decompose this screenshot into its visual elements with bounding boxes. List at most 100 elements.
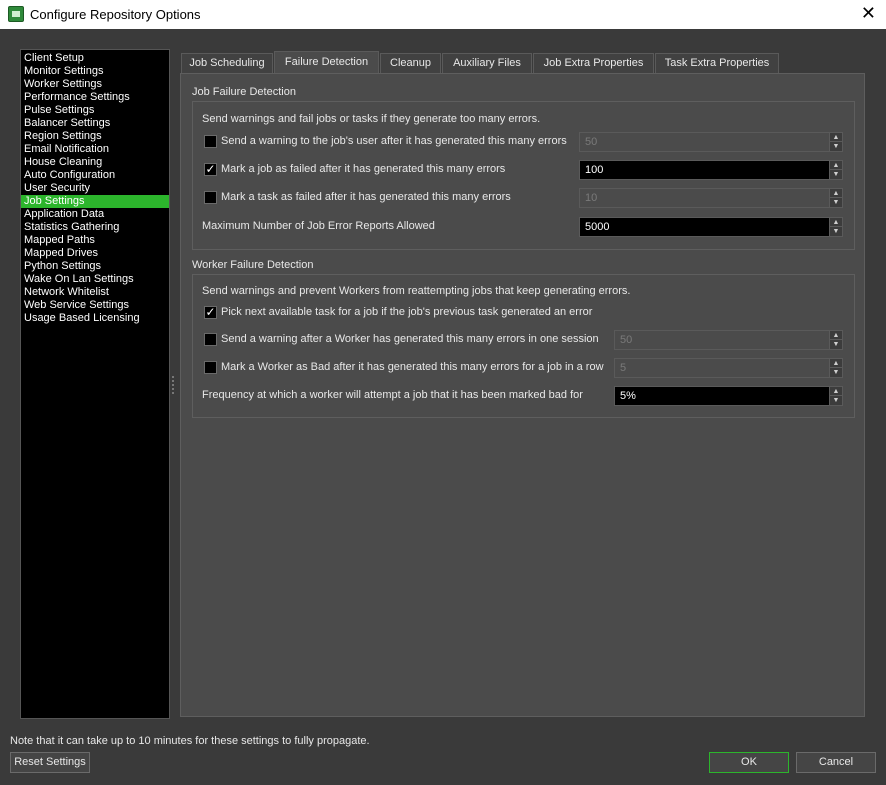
fail-job-value: 100: [585, 164, 604, 176]
fail-job-label: Mark a job as failed after it has genera…: [221, 163, 506, 175]
sidebar-item[interactable]: Region Settings: [21, 130, 169, 143]
pick-next-label: Pick next available task for a job if th…: [221, 306, 593, 318]
window-title: Configure Repository Options: [30, 7, 201, 22]
sidebar-item[interactable]: User Security: [21, 182, 169, 195]
tab-job-extra-properties[interactable]: Job Extra Properties: [533, 53, 654, 74]
tab-job-scheduling[interactable]: Job Scheduling: [181, 53, 273, 74]
sidebar-item[interactable]: Mapped Drives: [21, 247, 169, 260]
spin-up-icon[interactable]: ▲: [830, 133, 842, 142]
sidebar-item[interactable]: Python Settings: [21, 260, 169, 273]
spin-up-icon[interactable]: ▲: [830, 161, 842, 170]
warn-session-value: 50: [620, 334, 633, 346]
worker-failure-description: Send warnings and prevent Workers from r…: [202, 285, 631, 297]
fail-task-spinbox[interactable]: 10 ▲ ▼: [579, 188, 843, 208]
fail-job-spinbox[interactable]: 100 ▲ ▼: [579, 160, 843, 180]
spin-arrows: ▲ ▼: [829, 218, 842, 236]
frequency-value: 5%: [620, 390, 636, 402]
warn-user-label: Send a warning to the job's user after i…: [221, 135, 567, 147]
settings-sidebar: Client Setup Monitor Settings Worker Setti…: [20, 49, 170, 719]
frequency-label: Frequency at which a worker will attempt…: [202, 389, 583, 401]
fail-task-label: Mark a task as failed after it has gener…: [221, 191, 511, 203]
mark-bad-spinbox[interactable]: 5 ▲ ▼: [614, 358, 843, 378]
sidebar-item[interactable]: Balancer Settings: [21, 117, 169, 130]
spin-down-icon[interactable]: ▼: [830, 227, 842, 236]
sidebar-item[interactable]: Email Notification: [21, 143, 169, 156]
app-icon: [8, 6, 24, 22]
cancel-button[interactable]: Cancel: [796, 752, 876, 773]
warn-user-checkbox[interactable]: [204, 135, 217, 148]
spin-down-icon[interactable]: ▼: [830, 142, 842, 151]
fail-task-checkbox[interactable]: [204, 191, 217, 204]
frequency-row: Frequency at which a worker will attempt…: [202, 386, 844, 406]
worker-failure-title: Worker Failure Detection: [192, 259, 314, 271]
spin-up-icon[interactable]: ▲: [830, 359, 842, 368]
spin-up-icon[interactable]: ▲: [830, 331, 842, 340]
pick-next-checkbox[interactable]: ✓: [204, 306, 217, 319]
sidebar-item[interactable]: Mapped Paths: [21, 234, 169, 247]
warn-user-row: Send a warning to the job's user after i…: [202, 132, 844, 152]
mark-bad-value: 5: [620, 362, 627, 374]
mark-bad-row: Mark a Worker as Bad after it has genera…: [202, 358, 844, 378]
sidebar-item[interactable]: Performance Settings: [21, 91, 169, 104]
sidebar-list: Client Setup Monitor Settings Worker Setti…: [21, 50, 169, 325]
sidebar-item[interactable]: Job Settings: [21, 195, 169, 208]
fail-job-row: ✓ Mark a job as failed after it has gene…: [202, 160, 844, 180]
title-bar: Configure Repository Options ✕: [0, 0, 886, 29]
fail-job-checkbox[interactable]: ✓: [204, 163, 217, 176]
warn-session-checkbox[interactable]: [204, 333, 217, 346]
tab-auxiliary-files[interactable]: Auxiliary Files: [442, 53, 532, 74]
spin-arrows: ▲ ▼: [829, 387, 842, 405]
frequency-spinbox[interactable]: 5% ▲ ▼: [614, 386, 843, 406]
max-reports-row: Maximum Number of Job Error Reports Allo…: [202, 217, 844, 237]
sidebar-item[interactable]: Application Data: [21, 208, 169, 221]
failure-detection-panel: Job Failure Detection Send warnings and …: [180, 73, 865, 717]
spin-arrows: ▲ ▼: [829, 161, 842, 179]
fail-task-row: Mark a task as failed after it has gener…: [202, 188, 844, 208]
warn-user-spinbox[interactable]: 50 ▲ ▼: [579, 132, 843, 152]
sidebar-item[interactable]: Usage Based Licensing: [21, 312, 169, 325]
max-reports-value: 5000: [585, 221, 610, 233]
sidebar-item[interactable]: Auto Configuration: [21, 169, 169, 182]
spin-arrows: ▲ ▼: [829, 331, 842, 349]
ok-button[interactable]: OK: [709, 752, 789, 773]
job-failure-title: Job Failure Detection: [192, 86, 296, 98]
spin-down-icon[interactable]: ▼: [830, 340, 842, 349]
tab-task-extra-properties[interactable]: Task Extra Properties: [655, 53, 779, 74]
spin-up-icon[interactable]: ▲: [830, 387, 842, 396]
dialog-body: Client Setup Monitor Settings Worker Setti…: [0, 29, 886, 785]
warn-session-label: Send a warning after a Worker has genera…: [221, 333, 599, 345]
close-icon[interactable]: ✕: [861, 3, 876, 23]
sidebar-item[interactable]: Worker Settings: [21, 78, 169, 91]
spin-arrows: ▲ ▼: [829, 133, 842, 151]
tab-failure-detection[interactable]: Failure Detection: [274, 51, 379, 74]
job-failure-description: Send warnings and fail jobs or tasks if …: [202, 113, 541, 125]
spin-down-icon[interactable]: ▼: [830, 396, 842, 405]
spin-up-icon[interactable]: ▲: [830, 189, 842, 198]
pick-next-row: ✓ Pick next available task for a job if …: [202, 303, 844, 323]
sidebar-item[interactable]: Wake On Lan Settings: [21, 273, 169, 286]
spin-down-icon[interactable]: ▼: [830, 198, 842, 207]
mark-bad-checkbox[interactable]: [204, 361, 217, 374]
max-reports-label: Maximum Number of Job Error Reports Allo…: [202, 220, 435, 232]
reset-settings-button[interactable]: Reset Settings: [10, 752, 90, 773]
spin-up-icon[interactable]: ▲: [830, 218, 842, 227]
warn-user-value: 50: [585, 136, 598, 148]
sidebar-item[interactable]: Web Service Settings: [21, 299, 169, 312]
spin-down-icon[interactable]: ▼: [830, 368, 842, 377]
mark-bad-label: Mark a Worker as Bad after it has genera…: [221, 361, 604, 373]
warn-session-spinbox[interactable]: 50 ▲ ▼: [614, 330, 843, 350]
sidebar-item[interactable]: Statistics Gathering: [21, 221, 169, 234]
sidebar-item[interactable]: Client Setup: [21, 52, 169, 65]
sidebar-item[interactable]: House Cleaning: [21, 156, 169, 169]
sidebar-item[interactable]: Monitor Settings: [21, 65, 169, 78]
spin-arrows: ▲ ▼: [829, 359, 842, 377]
max-reports-spinbox[interactable]: 5000 ▲ ▼: [579, 217, 843, 237]
sidebar-item[interactable]: Network Whitelist: [21, 286, 169, 299]
tab-cleanup[interactable]: Cleanup: [380, 53, 441, 74]
sidebar-item[interactable]: Pulse Settings: [21, 104, 169, 117]
spin-arrows: ▲ ▼: [829, 189, 842, 207]
warn-session-row: Send a warning after a Worker has genera…: [202, 330, 844, 350]
spin-down-icon[interactable]: ▼: [830, 170, 842, 179]
splitter-handle[interactable]: [172, 376, 174, 394]
fail-task-value: 10: [585, 192, 598, 204]
